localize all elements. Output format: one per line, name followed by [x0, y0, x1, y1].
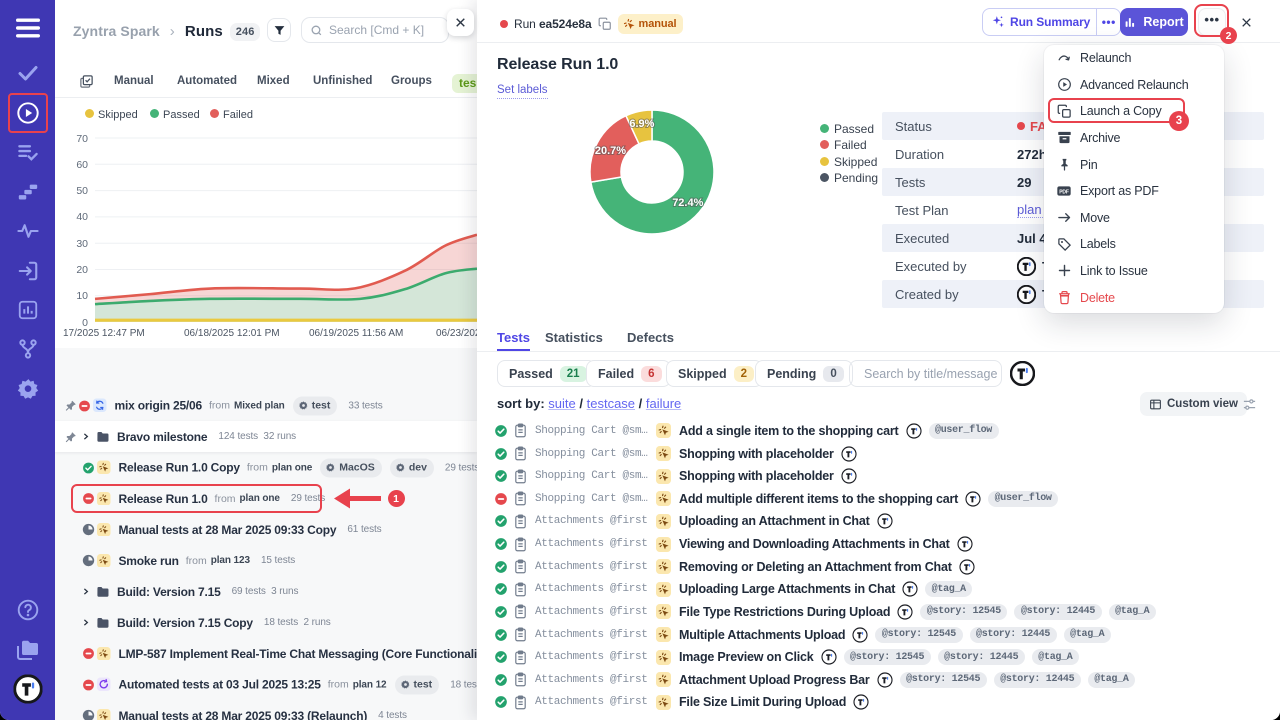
svg-text:PDF: PDF	[1059, 190, 1069, 196]
svg-text:30: 30	[76, 238, 88, 250]
svg-text:6.9%: 6.9%	[629, 118, 654, 130]
svg-text:40: 40	[76, 211, 88, 223]
svg-text:10: 10	[76, 290, 88, 302]
svg-text:17/2025 12:47 PM: 17/2025 12:47 PM	[63, 328, 145, 339]
svg-text:60: 60	[76, 159, 88, 171]
svg-text:20.7%: 20.7%	[595, 145, 626, 157]
svg-text:06/23/202: 06/23/202	[436, 328, 477, 339]
svg-text:70: 70	[76, 133, 88, 145]
svg-text:06/18/2025 12:01 PM: 06/18/2025 12:01 PM	[184, 328, 280, 339]
svg-text:06/19/2025 11:56 AM: 06/19/2025 11:56 AM	[309, 328, 403, 339]
svg-text:72.4%: 72.4%	[672, 197, 703, 209]
svg-text:20: 20	[76, 264, 88, 276]
svg-text:50: 50	[76, 185, 88, 197]
